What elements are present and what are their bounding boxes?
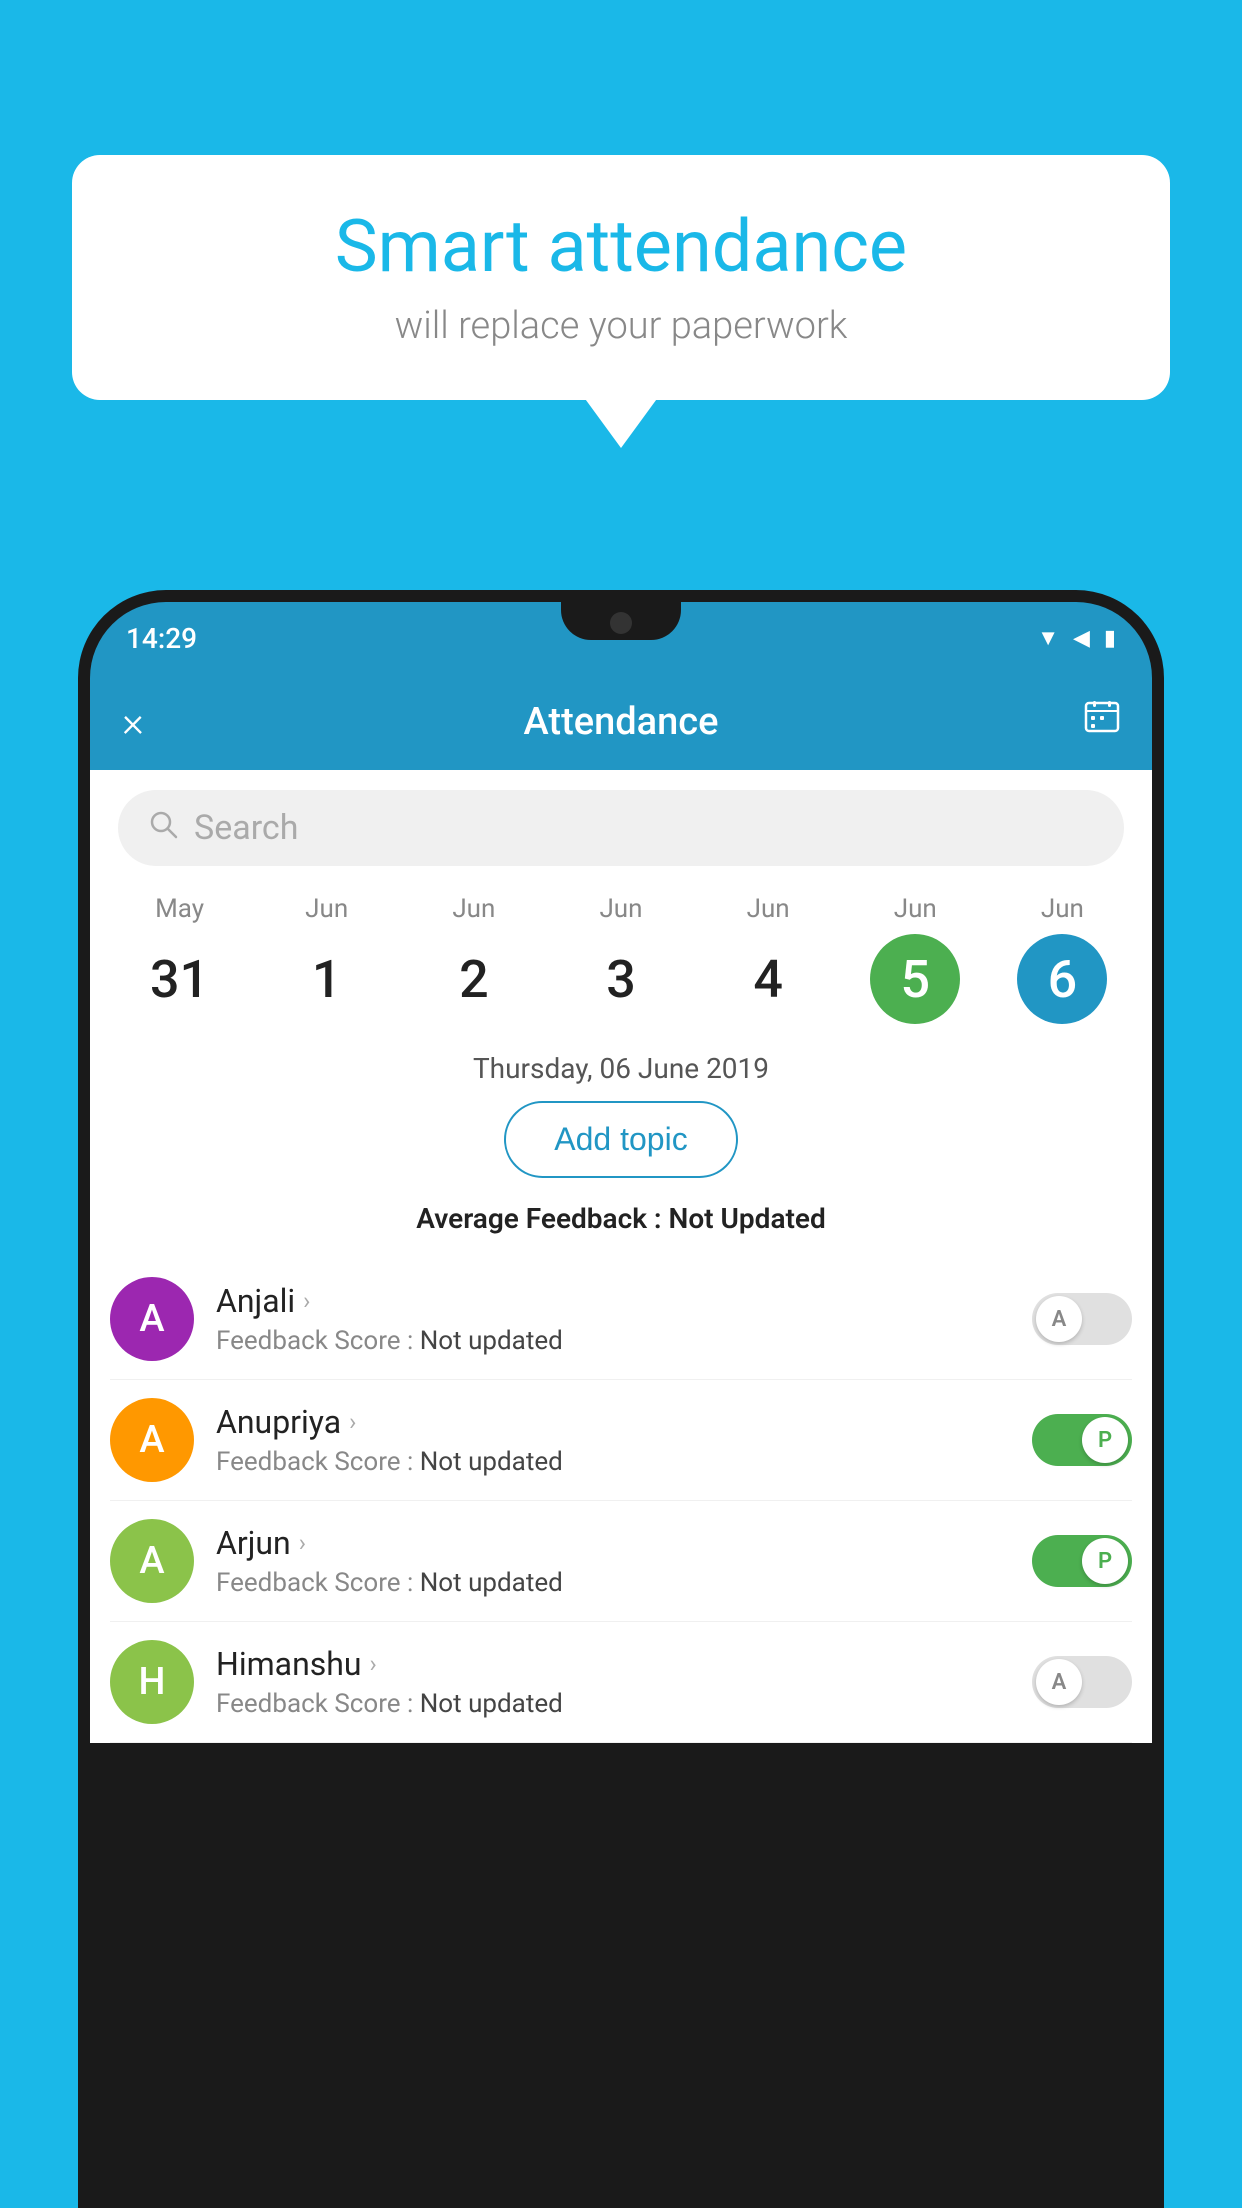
search-bar[interactable]: Search [118,790,1124,866]
cal-month: Jun [452,894,495,924]
search-input[interactable]: Search [194,808,298,848]
cal-date[interactable]: 5 [870,934,960,1024]
calendar-strip: May 31 Jun 1 Jun 2 Jun 3 Jun 4 Jun 5 Jun 6 [90,866,1152,1024]
calendar-day[interactable]: Jun 1 [282,894,372,1024]
phone-frame: 14:29 ▼ ◀ ▮ × Attendance [78,590,1164,2208]
bubble-subtitle: will replace your paperwork [132,304,1110,348]
cal-month: Jun [894,894,937,924]
bubble-title: Smart attendance [132,207,1110,286]
avatar: H [110,1640,194,1724]
cal-month: Jun [599,894,642,924]
student-name[interactable]: Anupriya › [216,1403,1010,1441]
close-button[interactable]: × [122,698,144,747]
signal-icon: ◀ [1073,626,1090,651]
attendance-toggle[interactable]: A [1032,1293,1132,1345]
student-feedback: Feedback Score : Not updated [216,1447,1010,1477]
student-info: Himanshu › Feedback Score : Not updated [216,1645,1010,1719]
student-item[interactable]: A Arjun › Feedback Score : Not updated P [110,1501,1132,1622]
battery-icon: ▮ [1104,626,1116,651]
attendance-toggle[interactable]: P [1032,1414,1132,1466]
avg-feedback: Average Feedback : Not Updated [90,1202,1152,1235]
student-item[interactable]: A Anjali › Feedback Score : Not updated A [110,1259,1132,1380]
content-area: Search May 31 Jun 1 Jun 2 Jun 3 Jun 4 Jun 5 Jun 6 Thu… [90,770,1152,1743]
date-display: Thursday, 06 June 2019 [90,1052,1152,1085]
app-bar-title: Attendance [524,700,719,744]
phone-inner: 14:29 ▼ ◀ ▮ × Attendance [90,602,1152,2208]
student-feedback: Feedback Score : Not updated [216,1326,1010,1356]
chevron-icon: › [303,1287,310,1315]
student-name[interactable]: Himanshu › [216,1645,1010,1683]
cal-month: May [155,894,204,924]
calendar-day[interactable]: Jun 6 [1017,894,1107,1024]
cal-date[interactable]: 1 [282,934,372,1024]
toggle-knob: A [1036,1296,1082,1342]
chevron-icon: › [349,1408,356,1436]
status-bar: 14:29 ▼ ◀ ▮ [90,602,1152,674]
attendance-toggle[interactable]: A [1032,1656,1132,1708]
speech-bubble: Smart attendance will replace your paper… [72,155,1170,400]
cal-month: Jun [747,894,790,924]
student-feedback: Feedback Score : Not updated [216,1568,1010,1598]
calendar-day[interactable]: Jun 3 [576,894,666,1024]
toggle-wrap: P [1032,1535,1132,1587]
avg-feedback-value: Not Updated [669,1202,826,1235]
avatar: A [110,1519,194,1603]
calendar-day[interactable]: May 31 [135,894,225,1024]
student-item[interactable]: H Himanshu › Feedback Score : Not updated A [110,1622,1132,1743]
cal-date[interactable]: 31 [135,934,225,1024]
calendar-day[interactable]: Jun 4 [723,894,813,1024]
student-item[interactable]: A Anupriya › Feedback Score : Not updated P [110,1380,1132,1501]
student-feedback: Feedback Score : Not updated [216,1689,1010,1719]
student-name[interactable]: Anjali › [216,1282,1010,1320]
calendar-icon[interactable] [1084,699,1120,745]
search-icon [148,809,178,847]
cal-month: Jun [305,894,348,924]
chevron-icon: › [299,1529,306,1557]
calendar-day[interactable]: Jun 2 [429,894,519,1024]
cal-date[interactable]: 3 [576,934,666,1024]
calendar-day[interactable]: Jun 5 [870,894,960,1024]
toggle-knob: P [1082,1538,1128,1584]
student-info: Anupriya › Feedback Score : Not updated [216,1403,1010,1477]
chevron-icon: › [370,1650,377,1678]
toggle-wrap: A [1032,1656,1132,1708]
cal-date[interactable]: 6 [1017,934,1107,1024]
status-time: 14:29 [126,622,197,655]
avg-feedback-label: Average Feedback : [416,1202,661,1235]
student-name[interactable]: Arjun › [216,1524,1010,1562]
toggle-wrap: A [1032,1293,1132,1345]
student-info: Arjun › Feedback Score : Not updated [216,1524,1010,1598]
cal-date[interactable]: 2 [429,934,519,1024]
avatar: A [110,1277,194,1361]
avatar: A [110,1398,194,1482]
add-topic-button[interactable]: Add topic [504,1101,737,1178]
student-info: Anjali › Feedback Score : Not updated [216,1282,1010,1356]
app-bar: × Attendance [90,674,1152,770]
notch [561,602,681,640]
attendance-toggle[interactable]: P [1032,1535,1132,1587]
student-list: AAnjali ›Feedback Score : Not updatedAAA… [90,1259,1152,1743]
status-icons: ▼ ◀ ▮ [1037,625,1116,651]
cal-date[interactable]: 4 [723,934,813,1024]
toggle-knob: P [1082,1417,1128,1463]
cal-month: Jun [1041,894,1084,924]
wifi-icon: ▼ [1037,625,1059,651]
toggle-wrap: P [1032,1414,1132,1466]
camera [610,612,632,634]
toggle-knob: A [1036,1659,1082,1705]
